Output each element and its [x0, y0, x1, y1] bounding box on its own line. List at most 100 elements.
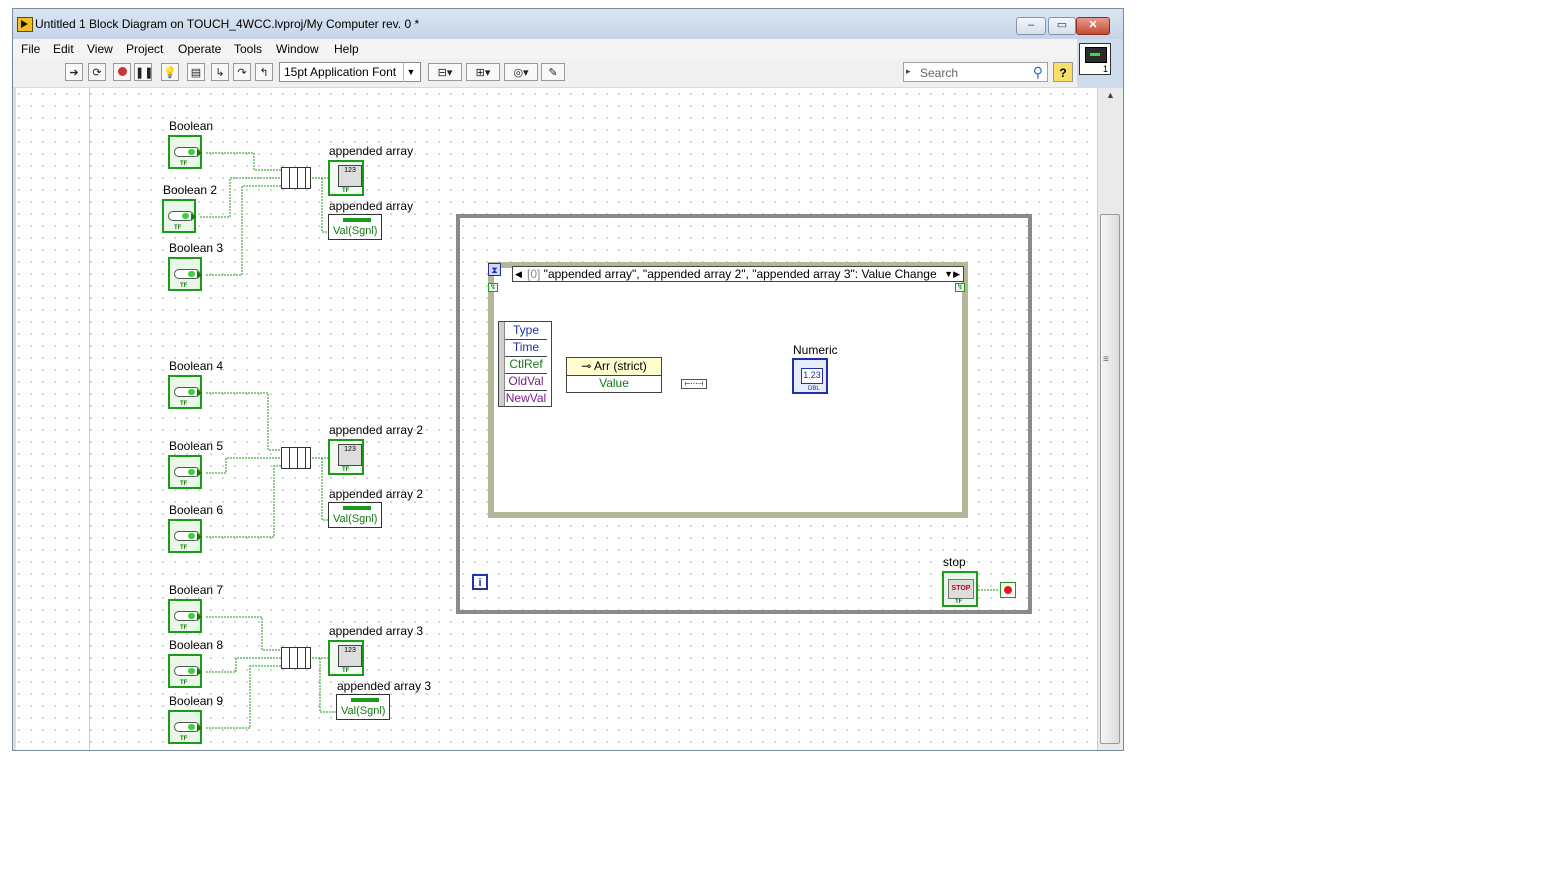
retain-wire-values-icon[interactable]: ▤ [187, 63, 205, 81]
loop-condition-stop-icon[interactable] [1000, 582, 1016, 598]
menu-edit[interactable]: Edit [53, 42, 74, 56]
tf-glyph: TF [174, 225, 182, 231]
title-bar[interactable]: Untitled 1 Block Diagram on TOUCH_4WCC.l… [13, 9, 1123, 39]
boolean-terminal[interactable]: TF [168, 375, 202, 409]
stop-label: stop [943, 555, 966, 569]
boolean-terminal[interactable]: TF [168, 599, 202, 633]
event-case-index: [0] [527, 267, 541, 281]
tf-glyph: TF [180, 283, 188, 289]
menu-view[interactable]: View [87, 42, 113, 56]
key-icon: ⊸ [581, 359, 595, 373]
loop-iteration-terminal[interactable]: i [472, 574, 488, 590]
property-node-label: appended array 3 [337, 679, 432, 693]
scrollbar-thumb[interactable] [1100, 214, 1120, 744]
build-array-node[interactable] [281, 167, 311, 189]
font-selector[interactable]: 15pt Application Font ▼ [279, 62, 421, 82]
scroll-up-arrow-icon[interactable]: ▲ [1106, 90, 1115, 100]
build-array-node[interactable] [281, 447, 311, 469]
property-value: Val(Sgnl) [341, 705, 386, 717]
output-arrow-icon [197, 724, 202, 732]
boolean-label: Boolean 8 [169, 638, 224, 652]
event-data-node[interactable]: Type Time CtlRef OldVal NewVal [498, 321, 552, 407]
labview-app-icon [17, 17, 33, 32]
search-scope-icon: ▸ [906, 66, 911, 76]
left-edge-strip [13, 88, 16, 750]
menu-tools[interactable]: Tools [234, 42, 262, 56]
boolean-terminal[interactable]: TF [168, 257, 202, 291]
pause-icon[interactable]: ❚❚ [134, 63, 153, 81]
boolean-terminal[interactable]: TF [168, 710, 202, 744]
array-indicator-terminal[interactable]: 123 TF [328, 439, 364, 475]
event-dynamic-terminal-icon[interactable]: ↯ [955, 283, 965, 292]
maximize-button[interactable]: ▭ [1048, 17, 1076, 35]
menu-operate[interactable]: Operate [178, 42, 221, 56]
boolean-terminal[interactable]: TF [168, 135, 202, 169]
tf-glyph: TF [955, 599, 963, 605]
event-data-ctlref[interactable]: CtlRef [505, 356, 547, 374]
vertical-scrollbar[interactable]: ▲ ≡ [1097, 88, 1123, 750]
highlight-execution-icon[interactable]: 💡 [161, 63, 179, 81]
event-case-selector[interactable]: ◀ [0] "appended array", "appended array … [512, 266, 964, 282]
boolean-terminal[interactable]: TF [162, 199, 196, 233]
boolean-label: Boolean [169, 119, 214, 133]
chevron-down-icon: ▼ [403, 63, 418, 82]
minimize-button[interactable]: – [1016, 17, 1046, 35]
output-arrow-icon [197, 389, 202, 397]
val-sgnl-property-node[interactable]: Val(Sgnl) [328, 214, 382, 240]
array-indicator-label: appended array 2 [329, 423, 424, 437]
event-data-oldval[interactable]: OldVal [505, 373, 547, 391]
case-dropdown-arrow-icon[interactable]: ▼▶ [944, 267, 960, 281]
menu-window[interactable]: Window [276, 42, 319, 56]
build-array-node[interactable] [281, 647, 311, 669]
vi-icon[interactable]: 1 [1079, 43, 1111, 75]
tf-glyph: TF [180, 481, 188, 487]
monitor-icon [1085, 47, 1107, 63]
val-sgnl-property-node[interactable]: Val(Sgnl) [336, 694, 390, 720]
array-indicator-terminal[interactable]: 123 TF [328, 640, 364, 676]
boolean-terminal[interactable]: TF [168, 455, 202, 489]
boolean-terminal[interactable]: TF [168, 519, 202, 553]
tf-glyph: TF [180, 545, 188, 551]
event-data-time[interactable]: Time [505, 339, 547, 357]
search-icon[interactable]: ⚲ [1033, 64, 1043, 81]
val-sgnl-property-node[interactable]: Val(Sgnl) [328, 502, 382, 528]
stop-button-terminal[interactable]: STOP TF [942, 571, 978, 607]
property-value: Val(Sgnl) [333, 513, 378, 525]
event-timeout-hourglass-icon[interactable]: ⧗ [488, 263, 501, 276]
context-help-button[interactable]: ? [1053, 62, 1073, 82]
abort-icon[interactable] [113, 63, 131, 81]
output-arrow-icon [197, 613, 202, 621]
event-structure[interactable]: ◀ [0] "appended array", "appended array … [488, 262, 968, 518]
array-indicator-terminal[interactable]: 123 TF [328, 160, 364, 196]
numeric-glyph: 1.23 [801, 368, 823, 384]
run-continuously-icon[interactable]: ⟳ [88, 63, 106, 81]
property-node[interactable]: ⊸ Arr (strict) Value [566, 357, 662, 393]
property-node-value[interactable]: Value [567, 376, 661, 392]
distribute-objects-icon[interactable]: ⊞▾ [466, 63, 500, 81]
event-data-type[interactable]: Type [505, 322, 547, 340]
step-over-icon[interactable]: ↷ [233, 63, 251, 81]
event-data-newval[interactable]: NewVal [505, 390, 547, 407]
font-selector-value: 15pt Application Font [284, 65, 397, 79]
array-element-glyph: 123 [338, 165, 362, 187]
stop-button-face: STOP [948, 579, 974, 599]
event-case-label: "appended array", "appended array 2", "a… [540, 267, 937, 281]
previous-case-arrow-icon[interactable]: ◀ [515, 267, 522, 281]
reorder-icon[interactable]: ◎▾ [504, 63, 538, 81]
step-out-icon[interactable]: ↰ [255, 63, 273, 81]
close-button[interactable]: ✕ [1076, 17, 1110, 35]
event-dynamic-terminal-icon[interactable]: ↯ [488, 283, 498, 292]
menu-file[interactable]: File [21, 42, 40, 56]
numeric-indicator-label: Numeric [793, 343, 838, 357]
variant-to-data-icon[interactable]: ⊢⋯⊣ [681, 379, 707, 389]
numeric-indicator-terminal[interactable]: 1.23 DBL [792, 358, 828, 394]
clean-up-diagram-icon[interactable]: ✎ [541, 63, 565, 81]
run-arrow-icon[interactable]: ➔ [65, 63, 83, 81]
menu-help[interactable]: Help [334, 42, 359, 56]
boolean-terminal[interactable]: TF [168, 654, 202, 688]
property-node-header [343, 506, 371, 510]
menu-project[interactable]: Project [126, 42, 163, 56]
step-into-icon[interactable]: ↳ [211, 63, 229, 81]
align-objects-icon[interactable]: ⊟▾ [428, 63, 462, 81]
search-field[interactable]: ▸ Search ⚲ [903, 62, 1048, 82]
